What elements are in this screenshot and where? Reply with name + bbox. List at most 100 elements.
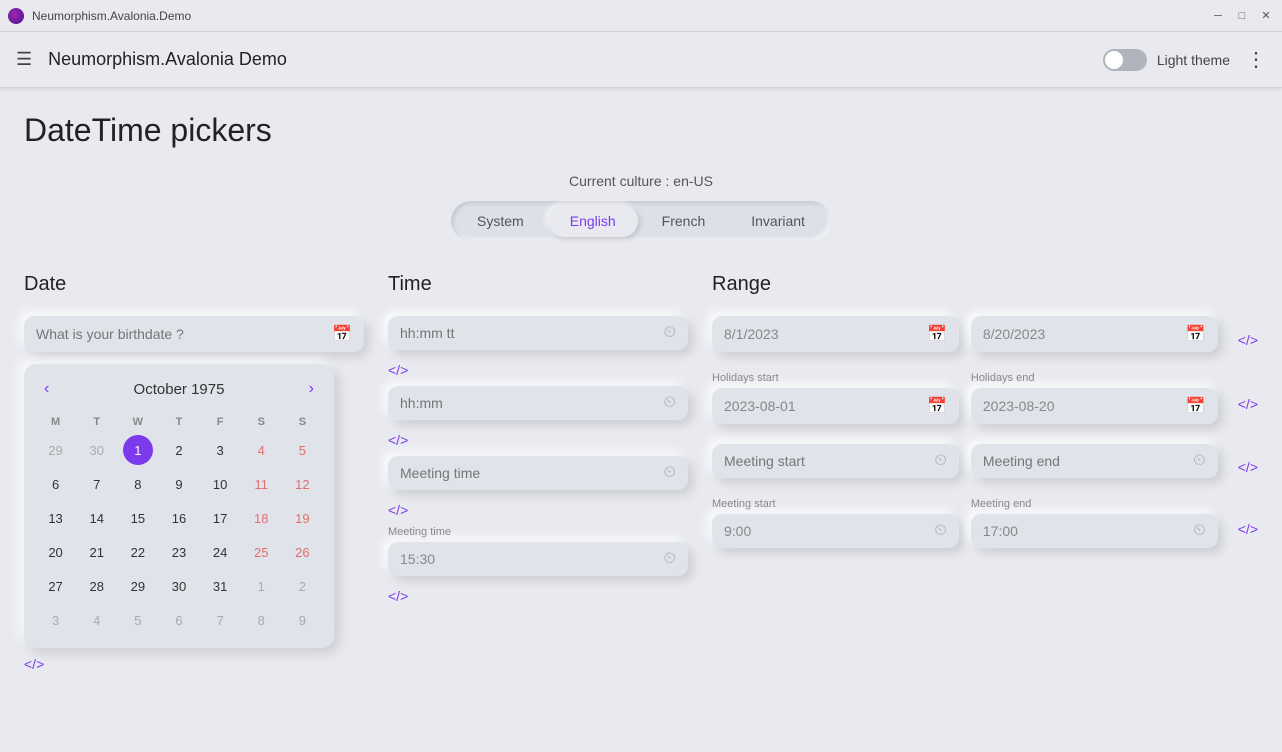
range-code-toggle-4[interactable]: </> [1238,521,1258,537]
meeting-time-value[interactable] [400,551,664,567]
cal-day[interactable]: 7 [205,605,235,635]
time-code-toggle-4[interactable]: </> [388,588,688,604]
range-end-input[interactable] [983,326,1186,342]
calendar-icon-holidays-start[interactable]: 📅 [927,396,947,416]
day-header-m: M [36,412,75,432]
time-code-toggle-3[interactable]: </> [388,502,688,518]
cal-day[interactable]: 5 [123,605,153,635]
maximize-button[interactable]: □ [1234,8,1250,24]
cal-day[interactable]: 31 [205,571,235,601]
cal-day[interactable]: 25 [246,537,276,567]
cal-day[interactable]: 11 [246,469,276,499]
code-icon: </> [388,502,408,518]
tab-english[interactable]: English [548,205,638,237]
cal-day[interactable]: 8 [246,605,276,635]
holidays-start-wrap: 📅 [712,388,959,424]
calendar-icon[interactable]: 📅 [332,324,352,344]
meeting-end-time-wrap: ⏲ [971,514,1218,548]
cal-day[interactable]: 10 [205,469,235,499]
cal-day-selected[interactable]: 1 [123,435,153,465]
time-code-toggle-1[interactable]: </> [388,362,688,378]
meeting-start-placeholder-input[interactable] [724,453,934,469]
time-input-2[interactable] [400,395,664,411]
holidays-end-input[interactable] [983,398,1186,414]
clock-icon-end-time[interactable]: ⏲ [1193,522,1205,540]
cal-day[interactable]: 2 [287,571,317,601]
columns: Date 📅 ‹ October 1975 › M T W T [24,273,1258,680]
tab-french[interactable]: French [640,205,728,237]
clock-icon-meeting-end[interactable]: ⏲ [1193,452,1205,470]
date-code-toggle[interactable]: </> [24,656,364,672]
cal-day[interactable]: 3 [41,605,71,635]
clock-icon-1[interactable]: ⏲ [664,324,676,342]
cal-day[interactable]: 9 [287,605,317,635]
cal-day[interactable]: 1 [246,571,276,601]
clock-icon-2[interactable]: ⏲ [664,394,676,412]
tab-invariant[interactable]: Invariant [729,205,827,237]
menu-icon[interactable]: ☰ [16,49,32,70]
clock-icon-value[interactable]: ⏲ [664,550,676,568]
cal-day[interactable]: 28 [82,571,112,601]
range-start-input[interactable] [724,326,927,342]
cal-day[interactable]: 6 [41,469,71,499]
cal-day[interactable]: 4 [246,435,276,465]
more-icon[interactable]: ⋮ [1246,47,1266,72]
code-icon: </> [388,362,408,378]
calendar-icon-start[interactable]: 📅 [927,324,947,344]
time-code-toggle-2[interactable]: </> [388,432,688,448]
close-button[interactable]: ✕ [1258,8,1274,24]
cal-day[interactable]: 19 [287,503,317,533]
cal-day[interactable]: 8 [123,469,153,499]
cal-day[interactable]: 9 [164,469,194,499]
meeting-time-input[interactable] [400,465,664,481]
clock-icon-meeting-start[interactable]: ⏲ [934,452,946,470]
calendar-icon-holidays-end[interactable]: 📅 [1186,396,1206,416]
clock-icon-start-time[interactable]: ⏲ [934,522,946,540]
clock-icon-meeting[interactable]: ⏲ [664,464,676,482]
theme-label: Light theme [1157,52,1230,68]
range-code-toggle-2[interactable]: </> [1238,396,1258,412]
cal-day[interactable]: 30 [82,435,112,465]
meeting-end-placeholder-wrap: ⏲ [971,444,1218,478]
meeting-start-placeholder-field: ⏲ [712,444,959,490]
calendar-icon-end[interactable]: 📅 [1186,324,1206,344]
meeting-end-time-input[interactable] [983,523,1193,539]
cal-day[interactable]: 30 [164,571,194,601]
cal-day[interactable]: 22 [123,537,153,567]
cal-day[interactable]: 23 [164,537,194,567]
cal-day[interactable]: 29 [123,571,153,601]
cal-day[interactable]: 12 [287,469,317,499]
meeting-end-placeholder-input[interactable] [983,453,1193,469]
cal-day[interactable]: 26 [287,537,317,567]
cal-day[interactable]: 29 [41,435,71,465]
meeting-start-time-input[interactable] [724,523,934,539]
range-code-toggle-3[interactable]: </> [1238,459,1258,475]
cal-day[interactable]: 4 [82,605,112,635]
cal-day[interactable]: 24 [205,537,235,567]
cal-day[interactable]: 2 [164,435,194,465]
cal-day[interactable]: 15 [123,503,153,533]
time-input-1[interactable] [400,325,664,341]
cal-day[interactable]: 3 [205,435,235,465]
range-code-toggle-1[interactable]: </> [1238,332,1258,348]
cal-day[interactable]: 14 [82,503,112,533]
theme-toggle[interactable] [1103,49,1147,71]
window-controls: ─ □ ✕ [1210,8,1274,24]
cal-day[interactable]: 20 [41,537,71,567]
cal-day[interactable]: 7 [82,469,112,499]
cal-day[interactable]: 13 [41,503,71,533]
cal-day[interactable]: 5 [287,435,317,465]
next-month-button[interactable]: › [301,376,322,402]
cal-day[interactable]: 21 [82,537,112,567]
minimize-button[interactable]: ─ [1210,8,1226,24]
cal-day[interactable]: 6 [164,605,194,635]
holidays-start-input[interactable] [724,398,927,414]
tab-system[interactable]: System [455,205,546,237]
cal-day[interactable]: 17 [205,503,235,533]
prev-month-button[interactable]: ‹ [36,376,57,402]
birthdate-input[interactable] [36,326,332,342]
cal-day[interactable]: 27 [41,571,71,601]
cal-day[interactable]: 16 [164,503,194,533]
window-title: Neumorphism.Avalonia.Demo [32,9,1210,23]
cal-day[interactable]: 18 [246,503,276,533]
